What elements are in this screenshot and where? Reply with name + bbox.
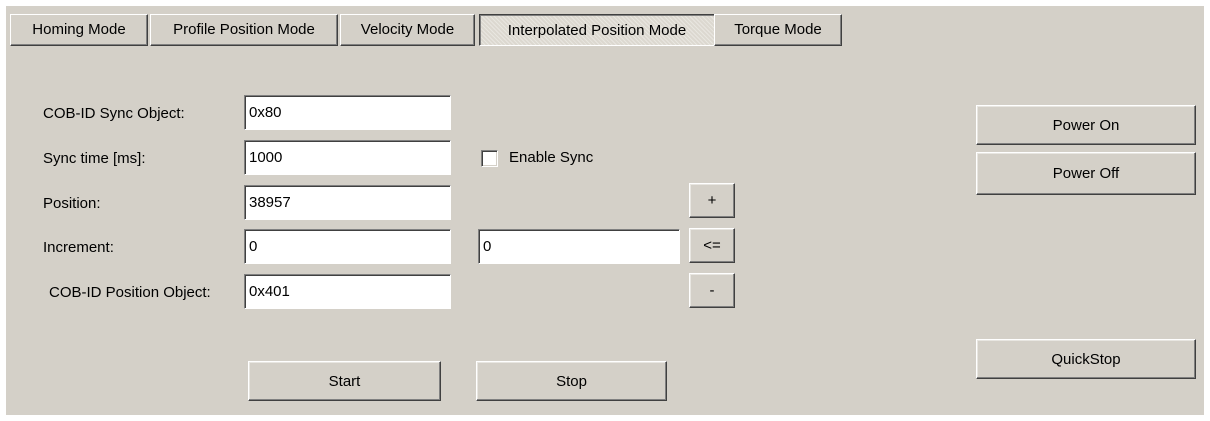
power-on-button[interactable]: Power On <box>976 105 1196 145</box>
tab-torque-mode[interactable]: Torque Mode <box>714 14 842 46</box>
cob-id-position-label: COB-ID Position Object: <box>49 284 211 301</box>
cob-id-sync-field[interactable] <box>244 95 451 130</box>
position-field[interactable] <box>244 185 451 220</box>
sync-time-label: Sync time [ms]: <box>43 150 146 167</box>
tab-profile-position-mode[interactable]: Profile Position Mode <box>150 14 338 46</box>
tab-velocity-mode[interactable]: Velocity Mode <box>340 14 475 46</box>
sync-time-field[interactable] <box>244 140 451 175</box>
position-label: Position: <box>43 195 101 212</box>
cob-id-position-field[interactable] <box>244 274 451 309</box>
start-button[interactable]: Start <box>248 361 441 401</box>
apply-increment-button[interactable]: <= <box>689 228 735 263</box>
increment-minus-button[interactable]: - <box>689 273 735 308</box>
tab-interpolated-position-mode[interactable]: Interpolated Position Mode <box>479 14 715 46</box>
increment-field[interactable] <box>244 229 451 264</box>
cob-id-sync-label: COB-ID Sync Object: <box>43 105 185 122</box>
quickstop-button[interactable]: QuickStop <box>976 339 1196 379</box>
enable-sync-label: Enable Sync <box>509 149 594 166</box>
increment-step-field[interactable] <box>478 229 680 264</box>
enable-sync-checkbox[interactable] <box>481 150 498 167</box>
stop-button[interactable]: Stop <box>476 361 667 401</box>
tab-homing-mode[interactable]: Homing Mode <box>10 14 148 46</box>
interpolated-position-panel: Homing Mode Profile Position Mode Veloci… <box>6 6 1204 415</box>
increment-plus-button[interactable]: + <box>689 183 735 218</box>
increment-label: Increment: <box>43 239 114 256</box>
power-off-button[interactable]: Power Off <box>976 152 1196 195</box>
